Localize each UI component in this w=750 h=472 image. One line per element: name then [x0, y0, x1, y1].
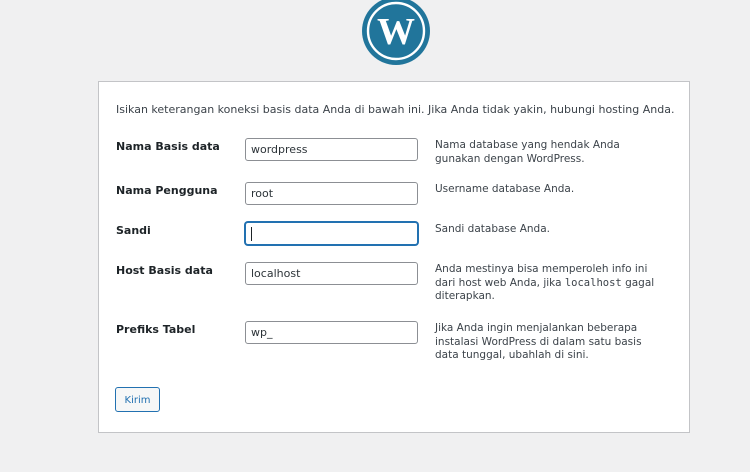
username-help: Username database Anda. [435, 183, 575, 195]
prefix-input[interactable] [245, 321, 418, 344]
dbname-help: Nama database yang hendak Anda gunakan d… [435, 139, 620, 165]
prefix-help: Jika Anda ingin menjalankan beberapa ins… [435, 322, 642, 361]
dbname-label: Nama Basis data [116, 140, 220, 153]
host-label: Host Basis data [116, 264, 213, 277]
host-help-code: localhost [564, 276, 622, 289]
password-help: Sandi database Anda. [435, 223, 550, 235]
username-label: Nama Pengguna [116, 184, 218, 197]
submit-button[interactable]: Kirim [115, 387, 160, 412]
text-caret [251, 227, 252, 241]
dbname-input[interactable] [245, 138, 418, 161]
setup-config-form: Isikan keterangan koneksi basis data And… [98, 81, 690, 433]
prefix-label: Prefiks Tabel [116, 323, 196, 336]
host-input[interactable] [245, 262, 418, 285]
password-input[interactable] [245, 222, 418, 245]
wordpress-logo-icon: W [361, 0, 431, 66]
intro-text: Isikan keterangan koneksi basis data And… [116, 103, 675, 116]
password-label: Sandi [116, 224, 151, 237]
host-help: Anda mestinya bisa memperoleh info ini d… [435, 263, 661, 304]
svg-text:W: W [377, 11, 415, 53]
username-input[interactable] [245, 182, 418, 205]
